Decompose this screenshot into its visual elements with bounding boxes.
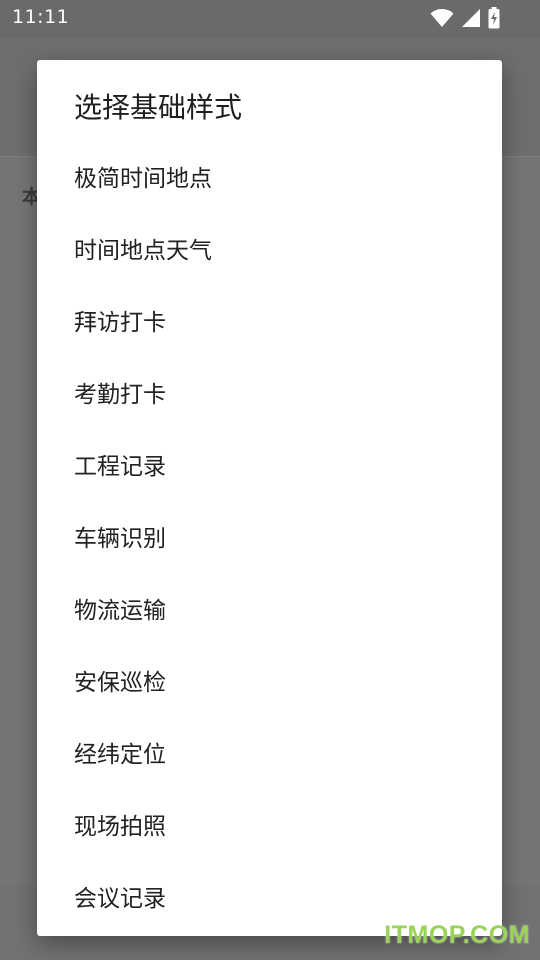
option-security-patrol[interactable]: 安保巡检: [37, 644, 502, 716]
option-minimal-time-location[interactable]: 极简时间地点: [37, 140, 502, 212]
wifi-icon: [430, 8, 454, 28]
status-time: 11:11: [12, 6, 70, 28]
style-option-list: 极简时间地点 时间地点天气 拜访打卡 考勤打卡 工程记录 车辆识别 物流运输 安…: [37, 140, 502, 932]
option-engineering-record[interactable]: 工程记录: [37, 428, 502, 500]
select-style-dialog: 选择基础样式 极简时间地点 时间地点天气 拜访打卡 考勤打卡 工程记录 车辆识别…: [37, 60, 502, 936]
option-time-location-weather[interactable]: 时间地点天气: [37, 212, 502, 284]
dialog-title: 选择基础样式: [74, 91, 243, 124]
status-icons: [430, 7, 500, 29]
status-bar: 11:11: [0, 0, 540, 38]
option-site-photo[interactable]: 现场拍照: [37, 788, 502, 860]
battery-charging-icon: [488, 7, 500, 29]
watermark-logo: ITMOP.COM: [384, 921, 530, 949]
option-logistics-transport[interactable]: 物流运输: [37, 572, 502, 644]
option-vehicle-recognition[interactable]: 车辆识别: [37, 500, 502, 572]
option-visit-checkin[interactable]: 拜访打卡: [37, 284, 502, 356]
option-attendance-checkin[interactable]: 考勤打卡: [37, 356, 502, 428]
cellular-signal-icon: [461, 8, 481, 28]
option-gps-location[interactable]: 经纬定位: [37, 716, 502, 788]
